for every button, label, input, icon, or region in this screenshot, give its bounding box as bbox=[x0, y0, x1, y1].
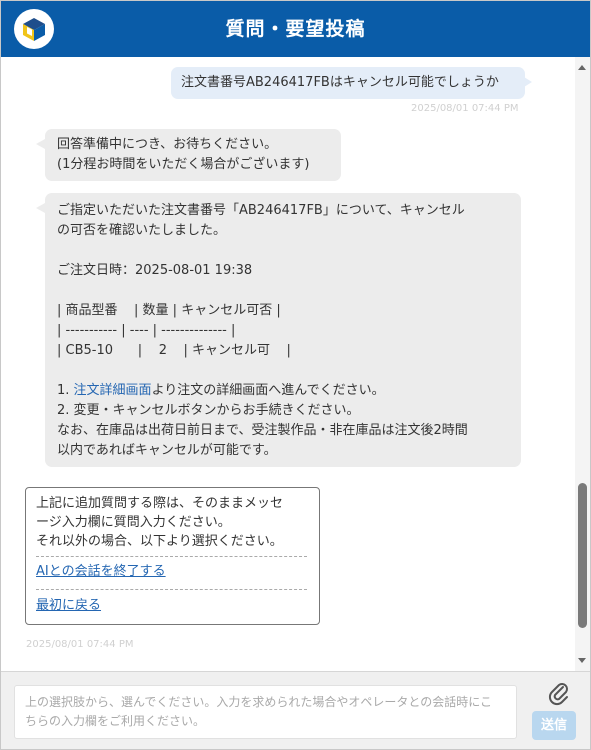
user-message-text: 注文書番号AB246417FBはキャンセル可能でしょうか bbox=[181, 75, 499, 90]
choice-intro-line: 上記に追加質問する際は、そのままメッセ bbox=[36, 496, 284, 511]
scroll-up-arrow-icon[interactable] bbox=[578, 65, 586, 70]
end-chat-link[interactable]: AIとの会話を終了する bbox=[36, 562, 166, 581]
message-input[interactable]: 上の選択肢から、選んでください。入力を求められた場合やオペレータとの会話時にこ … bbox=[14, 685, 517, 739]
waiting-line: 回答準備中につき、お待ちください。 bbox=[57, 137, 278, 152]
order-date: ご注文日時：2025-08-01 19:38 bbox=[57, 263, 253, 278]
answer-line: の可否を確認いたしました。 bbox=[57, 223, 227, 238]
input-footer: 上の選択肢から、選んでください。入力を求められた場合やオペレータとの会話時にこ … bbox=[1, 671, 590, 749]
user-message: 注文書番号AB246417FBはキャンセル可能でしょうか bbox=[171, 67, 532, 99]
note-line: 以内であればキャンセルが可能です。 bbox=[57, 443, 277, 458]
header-title: 質問・要望投稿 bbox=[225, 18, 366, 40]
step-1: 1. 注文詳細画面より注文の詳細画面へ進んでください。 bbox=[57, 383, 385, 398]
back-to-start-link[interactable]: 最初に戻る bbox=[36, 596, 101, 615]
divider bbox=[36, 589, 307, 590]
paperclip-icon[interactable] bbox=[547, 680, 571, 708]
order-detail-link[interactable]: 注文詳細画面 bbox=[74, 383, 152, 398]
table-row: | CB5-10 | 2 | キャンセル可 | bbox=[57, 343, 291, 358]
answer-message: ご指定いただいた注文書番号「AB246417FB」について、キャンセル の可否を… bbox=[36, 193, 521, 467]
waiting-message: 回答準備中につき、お待ちください。 (1分程お時間をいただく場合がございます) bbox=[36, 129, 341, 181]
table-row: | 商品型番 | 数量 | キャンセル可否 | bbox=[57, 303, 281, 318]
divider bbox=[36, 556, 307, 557]
send-button[interactable]: 送信 bbox=[532, 711, 576, 740]
choice-box: 上記に追加質問する際は、そのままメッセ ージ入力欄に質問入力ください。 それ以外… bbox=[25, 487, 320, 625]
choice-intro-line: それ以外の場合、以下より選択ください。 bbox=[36, 534, 283, 549]
bot-message-timestamp: 2025/08/01 07:44 PM bbox=[26, 639, 134, 650]
answer-line: ご指定いただいた注文書番号「AB246417FB」について、キャンセル bbox=[57, 203, 465, 218]
message-input-placeholder: 上の選択肢から、選んでください。入力を求められた場合やオペレータとの会話時にこ … bbox=[25, 695, 493, 728]
step-2: 2. 変更・キャンセルボタンからお手続きください。 bbox=[57, 403, 360, 418]
chat-window: 質問・要望投稿 注文書番号AB246417FBはキャンセル可能でしょうか 202… bbox=[0, 0, 591, 750]
scroll-down-arrow-icon[interactable] bbox=[578, 658, 586, 663]
message-area[interactable]: 注文書番号AB246417FBはキャンセル可能でしょうか 2025/08/01 … bbox=[1, 57, 575, 671]
table-row: | ----------- | ---- | -------------- | bbox=[57, 323, 236, 338]
user-message-timestamp: 2025/08/01 07:44 PM bbox=[411, 103, 519, 114]
waiting-line: (1分程お時間をいただく場合がございます) bbox=[57, 157, 310, 172]
scrollbar[interactable] bbox=[575, 57, 590, 671]
note-line: なお、在庫品は出荷日前日まで、受注製作品・非在庫品は注文後2時間 bbox=[57, 423, 468, 438]
choice-intro-line: ージ入力欄に質問入力ください。 bbox=[36, 515, 231, 530]
chat-header: 質問・要望投稿 bbox=[1, 1, 590, 57]
scrollbar-thumb[interactable] bbox=[578, 483, 587, 628]
